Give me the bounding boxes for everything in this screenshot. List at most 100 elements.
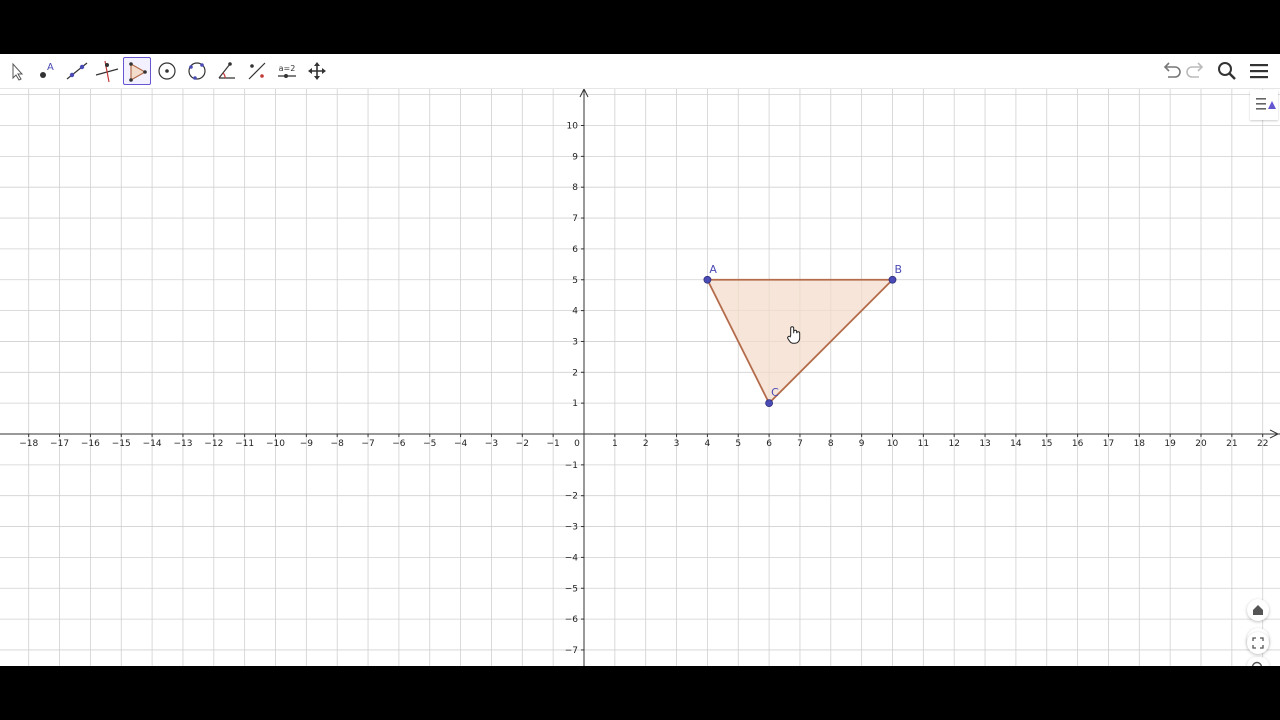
geogebra-app: A a=2 −18 −17 −16 −15 −14 −13 −12 −11 −1…: [0, 54, 1280, 666]
tool-reflect[interactable]: [243, 57, 271, 85]
tool-move-graphics[interactable]: [303, 57, 331, 85]
menu-icon: [1250, 64, 1268, 79]
search-icon: [1218, 62, 1236, 80]
x-tick-label: −13: [173, 439, 192, 449]
x-tick-label: 7: [797, 439, 803, 449]
x-tick-label: −8: [331, 439, 345, 449]
zoom-out-icon: [1251, 661, 1263, 666]
x-tick-label: 20: [1195, 439, 1207, 449]
tool-move[interactable]: [3, 57, 31, 85]
y-tick-label: 2: [572, 368, 578, 378]
point-icon: A: [40, 62, 54, 78]
x-tick-label: 5: [735, 439, 741, 449]
x-tick-label: 4: [705, 439, 711, 449]
undo-button[interactable]: [1158, 58, 1184, 84]
move-graphics-view-icon: [308, 62, 326, 80]
menu-button[interactable]: [1246, 58, 1272, 84]
tool-line[interactable]: [63, 57, 91, 85]
tool-perpendicular[interactable]: [93, 57, 121, 85]
y-tick-label: 5: [572, 276, 578, 286]
x-tick-label: 1: [612, 439, 618, 449]
tool-circle-three-points[interactable]: [183, 57, 211, 85]
x-tick-label: −11: [235, 439, 254, 449]
x-tick-label: −4: [454, 439, 468, 449]
point-label-c: C: [771, 386, 779, 399]
coordinate-plane[interactable]: −18 −17 −16 −15 −14 −13 −12 −11 −10 −9 −8 −7 −6 −5 −4−…: [0, 89, 1280, 666]
y-tick-label: 1: [572, 399, 578, 409]
point-c[interactable]: [765, 399, 773, 408]
point-a[interactable]: [703, 275, 712, 284]
x-tick-label: −17: [50, 439, 69, 449]
x-tick-label: 13: [979, 439, 990, 449]
toolbar: A a=2: [0, 54, 1280, 89]
y-tick-label: −6: [565, 615, 579, 625]
slider-tool-label: a=2: [278, 64, 296, 73]
home-icon: [1253, 605, 1263, 615]
x-tick-label: 22: [1257, 439, 1268, 449]
fullscreen-button[interactable]: [1247, 632, 1269, 654]
x-tick-label: −12: [204, 439, 223, 449]
y-tick-label: 6: [572, 245, 578, 255]
tool-point[interactable]: A: [33, 57, 61, 85]
undo-icon: [1163, 62, 1181, 78]
x-tick-label: −15: [112, 439, 131, 449]
redo-icon: [1186, 62, 1204, 78]
x-tick-label: 3: [674, 439, 680, 449]
x-tick-label: −9: [300, 439, 314, 449]
home-button[interactable]: [1247, 599, 1269, 621]
style-bar-toggle[interactable]: [1250, 90, 1278, 120]
x-tick-label: −16: [81, 439, 100, 449]
x-tick-label: 8: [828, 439, 834, 449]
y-tick-label: 9: [572, 152, 578, 162]
y-tick-label: 10: [567, 122, 579, 132]
search-button[interactable]: [1214, 58, 1240, 84]
polygon-icon: [129, 62, 147, 82]
point-label-b: B: [895, 263, 903, 276]
x-tick-label: −6: [392, 439, 406, 449]
x-tick-label: 16: [1072, 439, 1084, 449]
tool-slider[interactable]: a=2: [273, 57, 301, 85]
x-tick-label: 18: [1134, 439, 1146, 449]
x-tick-label: 14: [1010, 439, 1022, 449]
tool-polygon[interactable]: [123, 57, 151, 85]
y-tick-label: 3: [572, 337, 578, 347]
x-tick-label: 2: [643, 439, 649, 449]
reflect-icon: [248, 62, 266, 80]
move-arrow-icon: [12, 62, 24, 81]
y-tick-label: 7: [572, 214, 578, 224]
x-tick-label: −10: [266, 439, 285, 449]
perpendicular-line-icon: [95, 60, 119, 83]
y-tick-label: −7: [565, 646, 578, 656]
fullscreen-icon: [1252, 637, 1264, 649]
style-bar-icon: [1256, 98, 1276, 110]
x-tick-label: −5: [423, 439, 436, 449]
x-tick-label: −7: [361, 439, 374, 449]
x-tick-label: −14: [143, 439, 162, 449]
x-tick-label: −3: [485, 439, 498, 449]
line-icon: [66, 62, 88, 80]
point-tool-label: A: [47, 62, 54, 73]
point-label-a: A: [709, 263, 717, 276]
y-tick-label: −2: [565, 492, 578, 502]
zoom-out-button[interactable]: [1247, 657, 1269, 666]
y-tick-label: −3: [565, 523, 578, 533]
redo-button[interactable]: [1183, 58, 1209, 84]
x-tick-label: 10: [887, 439, 899, 449]
tool-circle[interactable]: [153, 57, 181, 85]
x-tick-label: 17: [1103, 439, 1114, 449]
x-tick-label: 9: [859, 439, 865, 449]
y-tick-label: −1: [565, 461, 578, 471]
x-tick-label: 6: [766, 439, 772, 449]
x-tick-label: 12: [948, 439, 959, 449]
point-b[interactable]: [888, 275, 897, 284]
circle-center-point-icon: [158, 62, 176, 80]
tool-angle[interactable]: [213, 57, 241, 85]
y-tick-label: −4: [565, 553, 579, 563]
x-tick-label: −1: [547, 439, 560, 449]
x-tick-label: 19: [1164, 439, 1176, 449]
x-tick-label: 21: [1226, 439, 1237, 449]
graphics-view[interactable]: −18 −17 −16 −15 −14 −13 −12 −11 −10 −9 −8 −7 −6 −5 −4−…: [0, 89, 1280, 666]
y-tick-label: −5: [565, 584, 578, 594]
x-tick-label: −18: [19, 439, 38, 449]
angle-icon: [218, 62, 235, 79]
